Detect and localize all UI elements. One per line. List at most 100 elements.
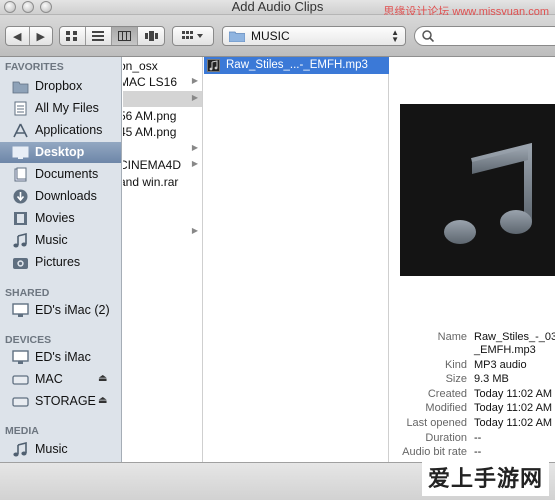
sidebar-item-label: Documents — [35, 167, 99, 181]
desktop-icon — [12, 146, 29, 159]
downloads-icon — [13, 189, 28, 204]
popup-arrows-icon: ▲ ▼ — [391, 28, 399, 44]
sidebar-item-pictures[interactable]: Pictures — [0, 252, 121, 273]
drive-icon — [12, 375, 29, 385]
list-view-icon — [92, 31, 105, 41]
computer-icon — [12, 350, 29, 364]
music-note-icon — [444, 142, 532, 244]
sidebar-item-label: Dropbox — [35, 79, 83, 93]
selected-file-row[interactable]: Raw_Stiles_...-_EMFH.mp3 — [204, 57, 389, 74]
sidebar-item-applications[interactable]: Applications — [0, 120, 121, 141]
disclosure-arrow-icon: ▶ — [191, 159, 198, 168]
folder-icon — [229, 31, 245, 42]
list-item[interactable]: CINEMA4D ▶ — [123, 157, 202, 173]
sidebar-item-media-music[interactable]: Music — [0, 439, 121, 460]
disclosure-arrow-icon: ▶ — [191, 226, 198, 235]
coverflow-view-icon — [144, 31, 158, 41]
sidebar-item-label: Pictures — [35, 255, 81, 269]
coverflow-view-button[interactable] — [138, 27, 164, 45]
sidebar-item-music[interactable]: Music — [0, 230, 121, 251]
sidebar: FAVORITES Dropbox All My Files Applicati… — [0, 57, 122, 462]
list-item[interactable]: ▶ — [123, 91, 202, 107]
sidebar-item-label: Downloads — [35, 189, 97, 203]
documents-icon — [14, 167, 27, 182]
list-item[interactable]: and win.rar — [123, 174, 202, 190]
sidebar-header-devices: DEVICES — [5, 334, 52, 346]
sidebar-item-all-my-files[interactable]: All My Files — [0, 98, 121, 119]
list-item[interactable]: on_osx — [123, 58, 202, 74]
arrange-menu-content — [173, 27, 213, 45]
search-input[interactable] — [439, 29, 549, 43]
list-item[interactable]: 45 AM.png — [123, 124, 202, 140]
column-view-button[interactable] — [111, 27, 139, 45]
icon-view-icon — [66, 31, 78, 41]
browser-column-1: on_osx MAC LS16 ▶ ▶ 56 AM.png 45 AM.png ▶… — [123, 57, 203, 462]
back-button[interactable]: ◀ — [6, 27, 30, 45]
watermark-logo: 爱上手游网 — [421, 458, 549, 496]
bottom-bar: ncel 爱上手游网 — [0, 458, 555, 500]
sidebar-item-movies[interactable]: Movies — [0, 208, 121, 229]
eject-icon[interactable]: ⏏ — [98, 373, 107, 384]
sidebar-item-label: All My Files — [35, 101, 99, 115]
drive-icon — [12, 397, 29, 407]
sidebar-item-desktop[interactable]: Desktop — [0, 142, 121, 163]
music-icon — [13, 233, 27, 248]
column-view-icon — [117, 31, 131, 41]
info-value: Today 11:02 AM — [474, 417, 553, 429]
forward-button[interactable]: ▶ — [30, 27, 53, 45]
view-mode-control — [59, 26, 165, 46]
search-field[interactable] — [414, 26, 555, 46]
path-popup-label: MUSIC — [251, 29, 290, 43]
disclosure-arrow-icon: ▶ — [191, 76, 198, 85]
arrange-menu-button[interactable] — [172, 26, 214, 46]
sidebar-header-media: MEDIA — [5, 425, 39, 437]
computer-icon — [12, 303, 29, 317]
eject-icon[interactable]: ⏏ — [98, 395, 107, 406]
back-forward-control: ◀ ▶ — [5, 26, 53, 46]
icon-view-button[interactable] — [60, 27, 86, 45]
list-item-label: 45 AM.png — [123, 125, 177, 139]
sidebar-item-label: Music — [35, 442, 68, 456]
search-icon — [422, 30, 434, 42]
back-arrow-icon: ◀ — [13, 30, 22, 43]
list-item[interactable]: 56 AM.png — [123, 108, 202, 124]
sidebar-item-label: Movies — [35, 211, 75, 225]
pictures-icon — [13, 258, 28, 269]
music-note-icon — [209, 60, 218, 71]
sidebar-item-mac[interactable]: MAC ⏏ — [0, 369, 121, 390]
list-item-arrow-row: ▶ — [123, 224, 202, 240]
list-item-label: CINEMA4D — [123, 158, 182, 172]
sidebar-item-documents[interactable]: Documents — [0, 164, 121, 185]
sidebar-item-label: Music — [35, 233, 68, 247]
path-popup[interactable]: MUSIC ▲ ▼ — [222, 26, 406, 46]
sidebar-item-eds-imac[interactable]: ED's iMac — [0, 347, 121, 368]
info-value: 9.3 MB — [474, 373, 509, 385]
sidebar-item-label: STORAGE — [35, 394, 96, 408]
disclosure-arrow-icon: ▶ — [191, 93, 198, 102]
arrange-grid-icon — [182, 31, 203, 39]
forward-arrow-icon: ▶ — [36, 30, 45, 43]
info-key: Modified — [425, 402, 467, 414]
info-value: Raw_Stiles_-_03 — [474, 331, 555, 343]
sidebar-item-eds-imac-2[interactable]: ED's iMac (2) — [0, 300, 121, 321]
list-item-label: MAC LS16 — [123, 75, 178, 89]
info-key: Kind — [444, 359, 467, 371]
info-key: Name — [437, 331, 467, 343]
sidebar-item-dropbox[interactable]: Dropbox — [0, 76, 121, 97]
sidebar-item-storage[interactable]: STORAGE ⏏ — [0, 391, 121, 412]
info-key: Duration — [425, 432, 467, 444]
sidebar-item-downloads[interactable]: Downloads — [0, 186, 121, 207]
applications-icon — [13, 123, 28, 138]
info-key: Created — [427, 388, 467, 400]
list-item[interactable]: ▶ — [123, 141, 202, 157]
info-value: -- — [474, 432, 482, 444]
info-key: Audio bit rate — [402, 446, 467, 458]
album-art-preview — [400, 104, 555, 276]
list-item-label: 56 AM.png — [123, 109, 177, 123]
sidebar-item-label: ED's iMac — [35, 350, 91, 364]
list-view-button[interactable] — [86, 27, 112, 45]
list-item[interactable]: MAC LS16 ▶ — [123, 74, 202, 90]
sidebar-header-shared: SHARED — [5, 287, 50, 299]
preview-pane: Name Raw_Stiles_-_03 _EMFH.mp3 Kind MP3 au… — [390, 57, 555, 462]
info-key: Size — [445, 373, 467, 385]
